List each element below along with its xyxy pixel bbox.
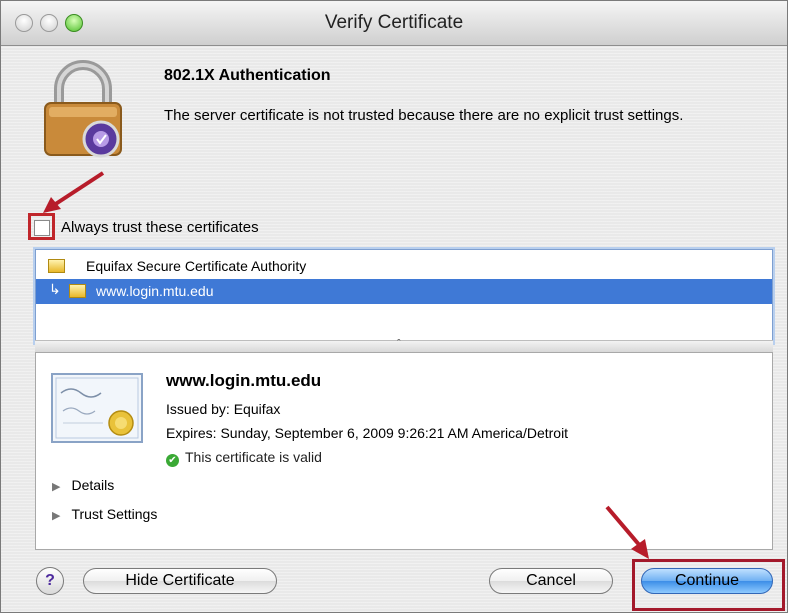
trust-settings-disclosure[interactable]: ▶ Trust Settings xyxy=(52,506,157,522)
hide-certificate-button[interactable]: Hide Certificate xyxy=(83,568,277,594)
checkbox-highlight-box xyxy=(28,213,55,240)
splitter-grip-icon: ˆ xyxy=(397,338,401,350)
certificate-icon xyxy=(48,259,65,273)
details-disclosure[interactable]: ▶ Details xyxy=(52,477,114,493)
dialog-message: The server certificate is not trusted be… xyxy=(164,107,684,124)
chain-item-root[interactable]: Equifax Secure Certificate Authority xyxy=(36,254,772,279)
details-disclosure-label: Details xyxy=(71,477,115,493)
chain-item-leaf[interactable]: ↳ www.login.mtu.edu xyxy=(36,279,772,304)
continue-highlight-box xyxy=(632,559,785,611)
help-button[interactable]: ? xyxy=(36,567,64,595)
certificate-issuer: Issued by: Equifax xyxy=(166,401,281,417)
certificate-status-text: This certificate is valid xyxy=(185,449,322,465)
always-trust-label[interactable]: Always trust these certificates xyxy=(61,219,259,236)
disclosure-triangle-icon[interactable]: ▶ xyxy=(52,510,60,522)
certificate-status: ✔ This certificate is valid xyxy=(166,449,322,467)
dialog-heading: 802.1X Authentication xyxy=(164,67,331,84)
chain-item-label: www.login.mtu.edu xyxy=(96,283,214,299)
certificate-expiry: Expires: Sunday, September 6, 2009 9:26:… xyxy=(166,425,569,441)
certificate-name: www.login.mtu.edu xyxy=(166,371,322,390)
annotation-arrow-continue xyxy=(605,505,649,559)
disclosure-triangle-icon[interactable]: ▶ xyxy=(52,481,60,493)
trust-settings-disclosure-label: Trust Settings xyxy=(71,506,158,522)
certificate-icon xyxy=(51,373,143,443)
padlock-icon xyxy=(44,60,122,158)
certificate-chain-list[interactable]: Equifax Secure Certificate Authority ↳ w… xyxy=(35,249,773,343)
cancel-button[interactable]: Cancel xyxy=(489,568,613,594)
annotation-arrow-checkbox xyxy=(43,171,105,213)
certificate-details-panel: www.login.mtu.edu Issued by: Equifax Exp… xyxy=(35,352,773,550)
checkmark-circle-icon: ✔ xyxy=(166,454,179,467)
title-bar[interactable]: Verify Certificate xyxy=(1,1,787,46)
verify-certificate-window: Verify Certificate 802.1X Authentication… xyxy=(0,0,788,613)
child-arrow-icon: ↳ xyxy=(49,281,61,297)
certificate-icon xyxy=(69,284,86,298)
window-title: Verify Certificate xyxy=(324,12,464,33)
chain-item-label: Equifax Secure Certificate Authority xyxy=(86,258,307,274)
